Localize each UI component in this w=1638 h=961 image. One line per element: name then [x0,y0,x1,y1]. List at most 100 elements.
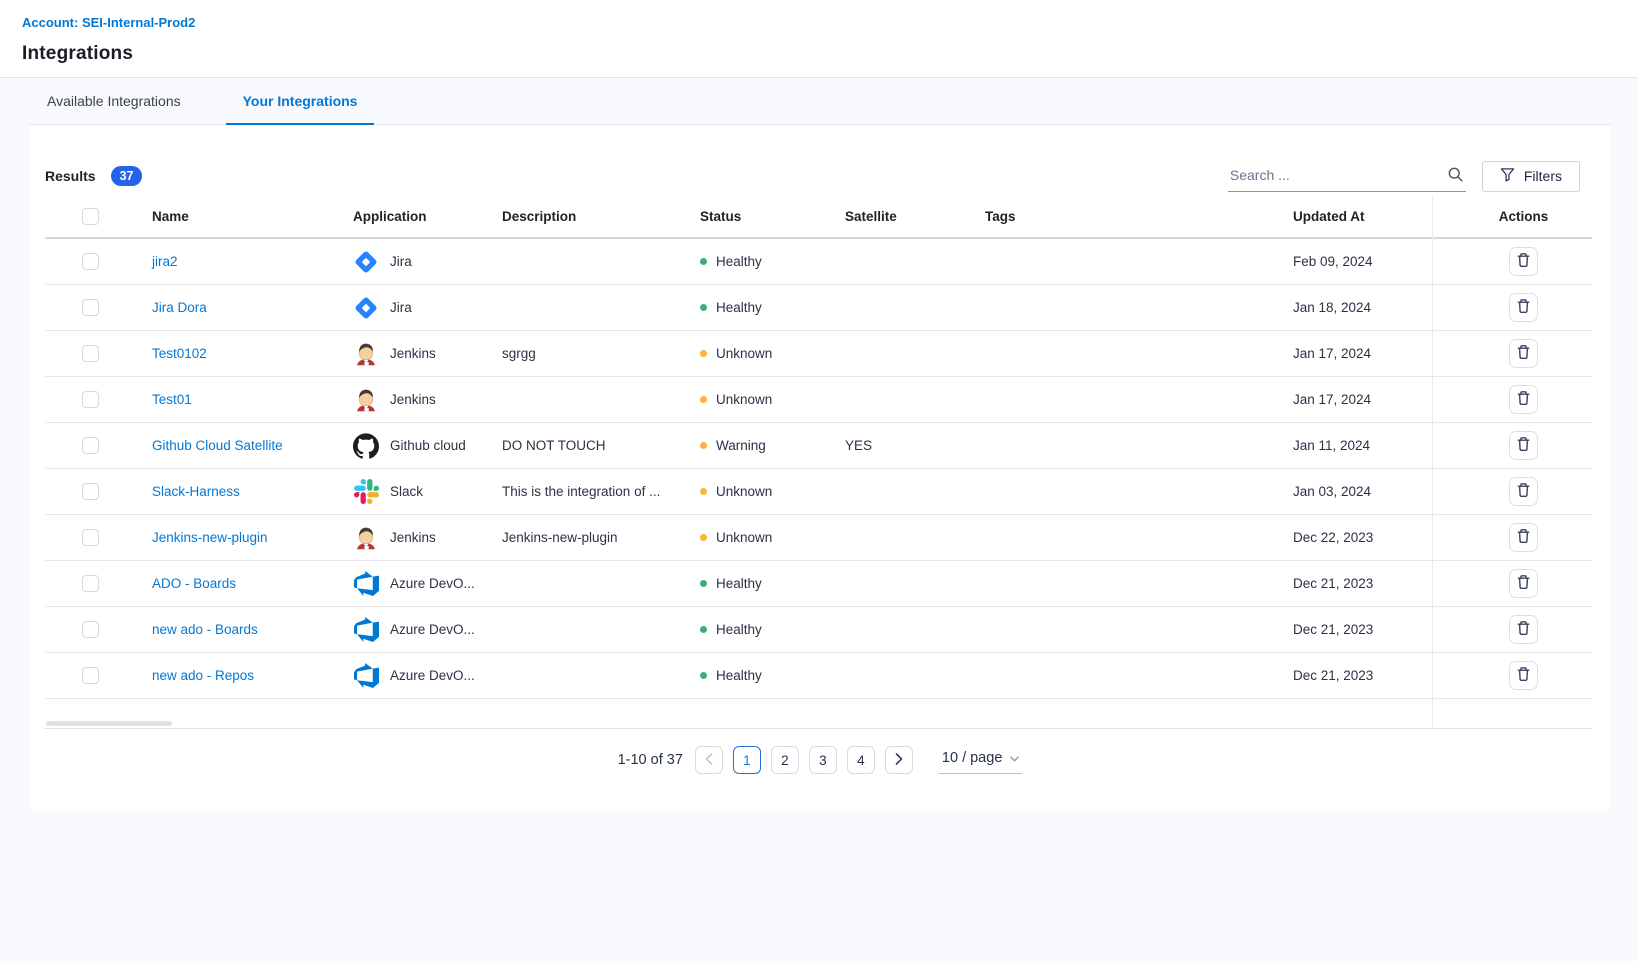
trash-icon [1516,390,1531,409]
account-breadcrumb[interactable]: Account: SEI-Internal-Prod2 [22,15,195,30]
prev-page-button[interactable] [695,746,723,774]
status-dot [700,304,707,311]
search-icon [1447,166,1464,188]
row-checkbox[interactable] [82,529,99,546]
satellite-cell: YES [845,438,985,453]
integration-name-link[interactable]: Test01 [152,392,192,407]
table-header-row: Name Application Description Status Sate… [45,195,1592,239]
jenkins-icon [353,341,379,367]
toolbar-right: Filters [1228,161,1580,192]
page-button-4[interactable]: 4 [847,746,875,774]
table-row: jira2 Jira Healthy Feb 09, 2024 [45,239,1592,285]
integrations-table: Name Application Description Status Sate… [45,195,1592,729]
page-button-3[interactable]: 3 [809,746,837,774]
azure-devops-icon [353,663,379,689]
page-button-2[interactable]: 2 [771,746,799,774]
row-checkbox[interactable] [82,299,99,316]
column-header-description: Description [502,209,700,224]
updated-at-cell: Feb 09, 2024 [1293,254,1455,269]
delete-button[interactable] [1509,569,1538,598]
integration-name-link[interactable]: new ado - Repos [152,668,254,683]
page-size-select[interactable]: 10 / page [939,747,1022,774]
row-checkbox[interactable] [82,621,99,638]
search-input[interactable] [1228,163,1466,192]
delete-button[interactable] [1509,661,1538,690]
application-label: Jenkins [390,530,436,545]
status-cell: Healthy [700,668,845,683]
results: Results 37 [45,166,142,186]
application-label: Slack [390,484,423,499]
results-label: Results [45,168,96,184]
delete-button[interactable] [1509,615,1538,644]
tab-your-integrations[interactable]: Your Integrations [226,78,375,125]
horizontal-scrollbar[interactable] [46,721,172,726]
status-dot [700,442,707,449]
description-cell: sgrgg [502,346,700,361]
slack-icon [353,479,379,505]
status-label: Unknown [716,346,772,361]
actions-column-divider [1432,195,1433,731]
status-label: Unknown [716,530,772,545]
status-label: Healthy [716,622,762,637]
status-dot [700,488,707,495]
search-box [1228,163,1466,192]
row-checkbox[interactable] [82,575,99,592]
updated-at-cell: Jan 11, 2024 [1293,438,1455,453]
delete-button[interactable] [1509,431,1538,460]
updated-at-cell: Jan 03, 2024 [1293,484,1455,499]
page-title: Integrations [22,43,1638,65]
integration-name-link[interactable]: Github Cloud Satellite [152,438,283,453]
select-all-checkbox[interactable] [82,208,99,225]
jenkins-icon [353,387,379,413]
trash-icon [1516,298,1531,317]
row-checkbox[interactable] [82,667,99,684]
row-checkbox[interactable] [82,253,99,270]
trash-icon [1516,482,1531,501]
row-checkbox[interactable] [82,437,99,454]
status-dot [700,258,707,265]
integration-name-link[interactable]: Test0102 [152,346,207,361]
delete-button[interactable] [1509,477,1538,506]
page-button-1[interactable]: 1 [733,746,761,774]
row-checkbox[interactable] [82,391,99,408]
integration-name-link[interactable]: Jira Dora [152,300,207,315]
status-cell: Unknown [700,484,845,499]
integration-name-link[interactable]: Slack-Harness [152,484,240,499]
column-header-application: Application [353,209,502,224]
table-row: Jenkins-new-plugin Jenkins Jenkins-new-p… [45,515,1592,561]
tab-available-integrations[interactable]: Available Integrations [30,78,198,125]
trash-icon [1516,252,1531,271]
integration-name-link[interactable]: new ado - Boards [152,622,258,637]
delete-button[interactable] [1509,293,1538,322]
jira-icon [353,295,379,321]
status-label: Healthy [716,300,762,315]
delete-button[interactable] [1509,385,1538,414]
status-cell: Healthy [700,622,845,637]
updated-at-cell: Jan 17, 2024 [1293,392,1455,407]
updated-at-cell: Dec 22, 2023 [1293,530,1455,545]
application-label: Jira [390,254,412,269]
integration-name-link[interactable]: jira2 [152,254,178,269]
delete-button[interactable] [1509,247,1538,276]
description-cell: DO NOT TOUCH [502,438,700,453]
next-page-button[interactable] [885,746,913,774]
delete-button[interactable] [1509,523,1538,552]
updated-at-cell: Jan 17, 2024 [1293,346,1455,361]
status-dot [700,626,707,633]
integration-name-link[interactable]: Jenkins-new-plugin [152,530,268,545]
application-label: Azure DevO... [390,622,475,637]
row-checkbox[interactable] [82,345,99,362]
jira-icon [353,249,379,275]
page-header: Account: SEI-Internal-Prod2 Integrations [0,0,1638,78]
integration-name-link[interactable]: ADO - Boards [152,576,236,591]
delete-button[interactable] [1509,339,1538,368]
filters-button[interactable]: Filters [1482,161,1580,192]
trash-icon [1516,344,1531,363]
row-checkbox[interactable] [82,483,99,500]
status-dot [700,396,707,403]
updated-at-cell: Dec 21, 2023 [1293,668,1455,683]
azure-devops-icon [353,571,379,597]
results-count-badge: 37 [111,166,143,186]
status-cell: Unknown [700,346,845,361]
column-header-updated-at: Updated At [1293,209,1455,224]
